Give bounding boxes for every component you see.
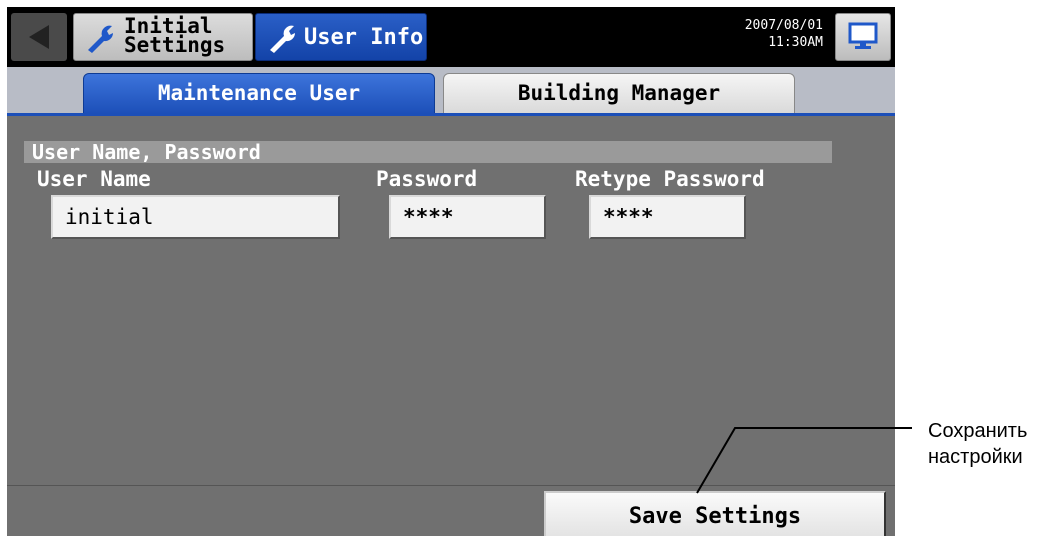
tab-underline bbox=[7, 113, 895, 116]
tab-building-manager[interactable]: Building Manager bbox=[443, 73, 795, 115]
time-text: 11:30AM bbox=[768, 35, 823, 50]
monitor-icon bbox=[848, 22, 878, 49]
save-settings-button[interactable]: Save Settings bbox=[544, 491, 886, 536]
footer-divider bbox=[7, 485, 895, 486]
user-info-label: User Info bbox=[304, 25, 424, 50]
sub-tab-bar: Maintenance User Building Manager bbox=[7, 67, 895, 115]
wrench-icon bbox=[270, 25, 296, 53]
tab-maintenance-user[interactable]: Maintenance User bbox=[83, 73, 435, 115]
section-title: User Name, Password bbox=[24, 141, 832, 163]
retype-password-field[interactable]: **** bbox=[589, 195, 746, 239]
monitor-button[interactable] bbox=[835, 13, 891, 61]
callout-line-1: Сохранить bbox=[928, 420, 1028, 442]
user-info-tab[interactable]: User Info bbox=[255, 13, 427, 61]
wrench-icon bbox=[88, 25, 114, 53]
initial-settings-tab[interactable]: Initial Settings bbox=[73, 13, 253, 61]
user-name-label: User Name bbox=[37, 167, 151, 191]
initial-settings-label: Initial Settings bbox=[124, 14, 226, 57]
password-label: Password bbox=[376, 167, 478, 191]
back-button[interactable] bbox=[11, 13, 67, 61]
callout-line-2: настройки bbox=[928, 446, 1023, 468]
touch-screen: Initial Settings User Info 2007/08/01 11… bbox=[7, 7, 895, 536]
date-text: 2007/08/01 bbox=[744, 18, 823, 33]
top-bar: Initial Settings User Info 2007/08/01 11… bbox=[7, 7, 895, 67]
password-field[interactable]: **** bbox=[389, 195, 546, 239]
user-name-field[interactable]: initial bbox=[51, 195, 340, 239]
retype-password-label: Retype Password bbox=[575, 167, 765, 191]
date-time-display: 2007/08/01 11:30AM bbox=[745, 17, 823, 51]
back-arrow-icon bbox=[29, 25, 49, 49]
callout-annotation: Сохранить настройки bbox=[928, 418, 1027, 470]
